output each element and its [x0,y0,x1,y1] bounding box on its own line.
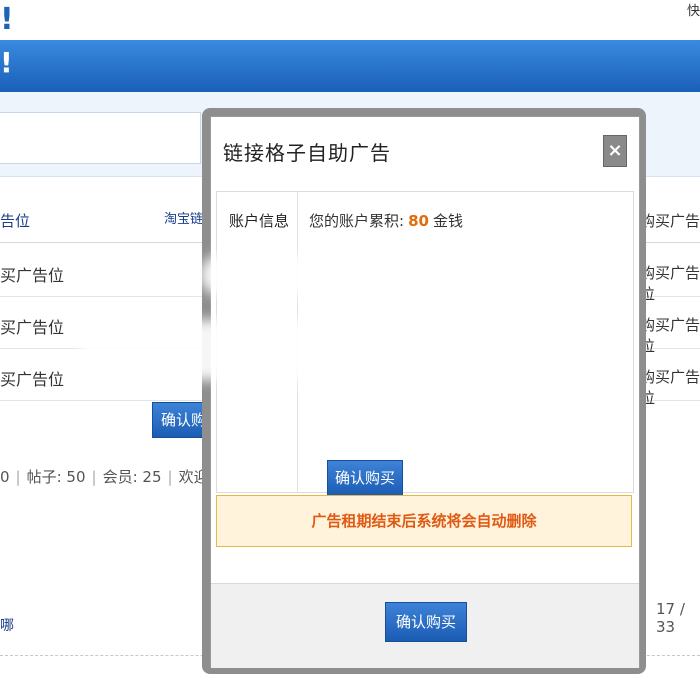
redaction-smudge [360,300,530,370]
close-icon[interactable]: × [603,135,627,167]
row-ad-slot-link[interactable]: 买广告位 [0,314,64,338]
redaction-smudge [80,320,360,380]
stat-posts: 帖子: 50 [26,468,86,486]
logo-fragment: ! [0,2,14,37]
nav-bar-exclaim: ! [0,46,13,79]
footer-text: 哪 [0,618,14,634]
ad-purchase-dialog: 链接格子自助广告 × 账户信息 您的账户累积: 80 金钱 确认购买 广告租期结束后… [210,116,640,668]
account-balance-unit: 金钱 [432,212,463,230]
stat-value: 0 [0,468,10,486]
top-right-text: 快 [686,4,700,19]
nav-bar: ! [0,40,700,92]
column-header-ad-slot: 告位 [0,212,31,230]
dialog-footer: 确认购买 [211,583,639,668]
account-balance: 您的账户累积: 80 金钱 [309,210,463,231]
account-balance-label: 您的账户累积: [309,212,405,230]
stat-members: 会员: 25 [102,468,162,486]
dialog-title: 链接格子自助广告 [223,141,391,165]
search-input[interactable] [0,112,201,164]
redaction-smudge [200,255,360,295]
row-ad-slot-link[interactable]: 买广告位 [0,262,64,286]
row-ad-slot-link[interactable]: 买广告位 [0,366,64,390]
confirm-buy-button[interactable]: 确认购买 [385,602,467,642]
column-header-buy: 购买广告 [640,212,700,230]
notice-banner: 广告租期结束后系统将会自动删除 [216,495,632,547]
account-info-label: 账户信息 [229,212,290,230]
row-buy-link[interactable]: 购买广告位 [640,366,700,408]
page-count: 17 / 33 [656,600,685,636]
confirm-buy-button[interactable]: 确认购买 [327,460,403,496]
account-balance-amount: 80 [408,212,429,230]
